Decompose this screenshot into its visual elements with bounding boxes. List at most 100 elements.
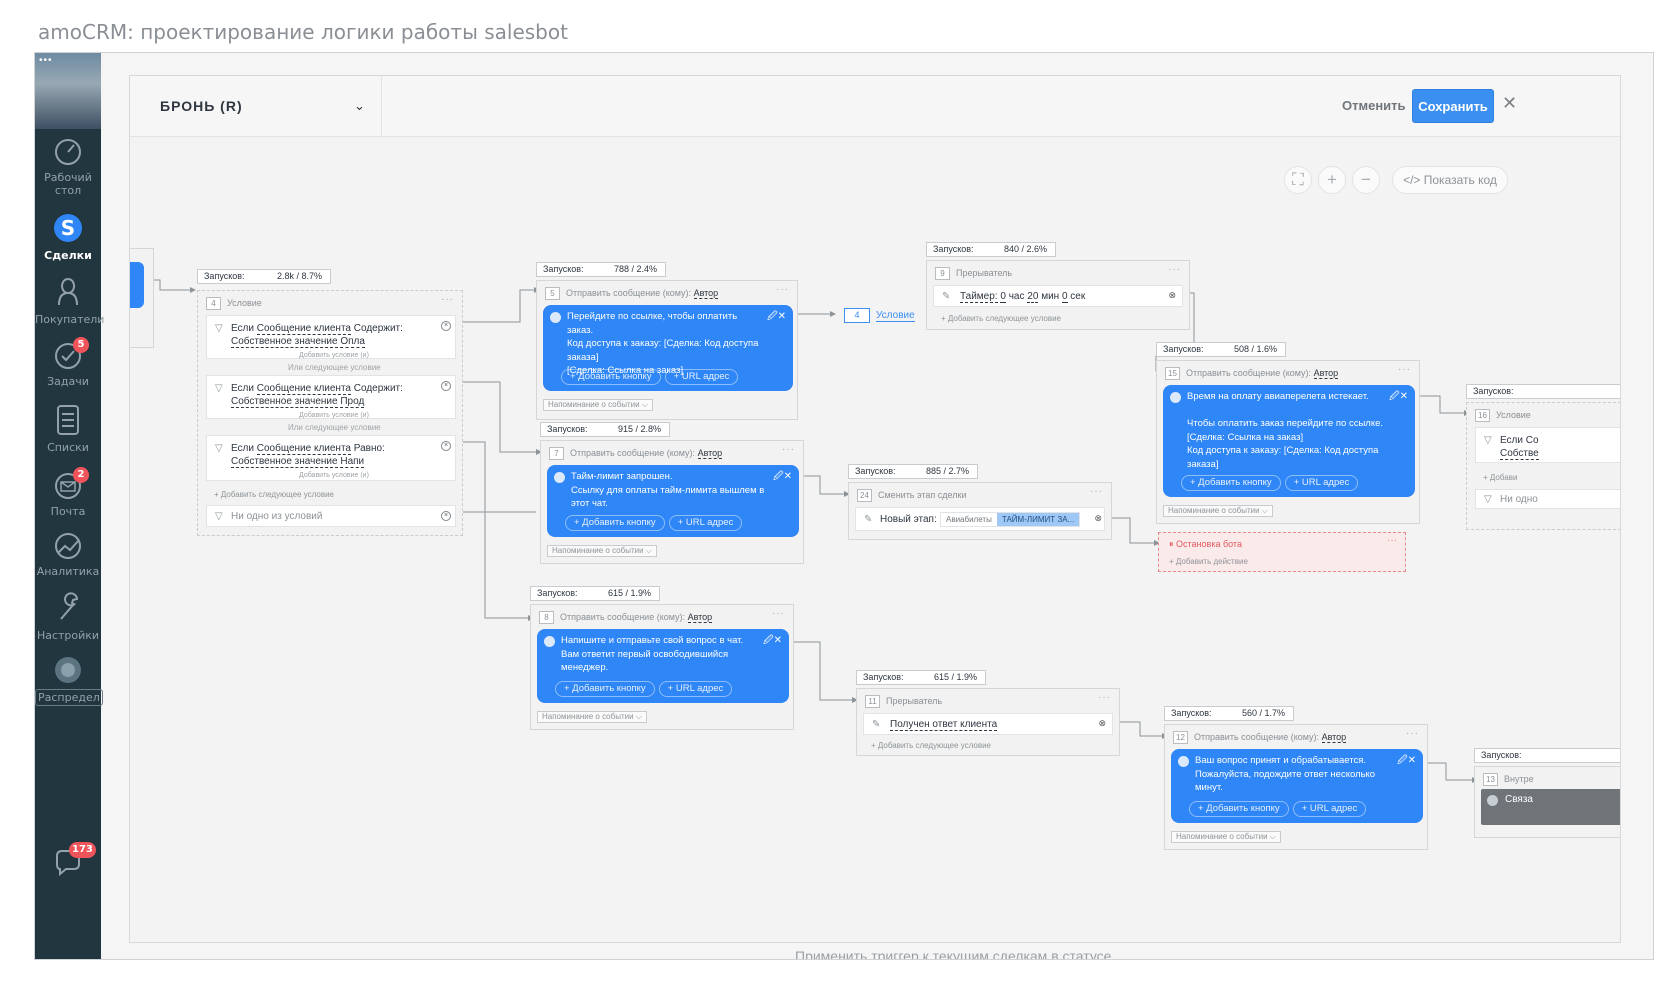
add-url-link[interactable]: + URL адрес [668,515,743,531]
node-header: 15 Отправить сообщение (кому): Автор [1165,367,1339,380]
message-bubble[interactable]: Напишите и отправьте свой вопрос в чат. … [537,629,789,703]
pencil-icon: ✎ [864,514,873,525]
condition-node-4[interactable]: 4 Условие ··· ▽ Если Сообщение клиента Со… [197,290,463,536]
sidebar-item-dashboard[interactable]: Рабочий стол [35,137,101,197]
condition-row[interactable]: ▽ Если Сообщение клиента Содержит: Собств… [206,315,456,359]
sidebar-item-distribution[interactable]: Распредел [35,655,103,706]
message-bubble[interactable]: Перейдите по ссылке, чтобы оплатить зака… [543,305,793,391]
add-condition-link[interactable]: + Добави [1483,473,1517,482]
node-menu-icon[interactable]: ··· [1406,728,1419,739]
breaker-node-9[interactable]: 9 Прерыватель ··· ✎ Таймер: 0 час 20 мин … [926,260,1190,330]
add-url-link[interactable]: + URL адрес [1292,801,1367,817]
remove-condition-icon[interactable]: ⊗ [1168,289,1176,302]
svg-text:S: S [61,216,75,240]
or-label: Или следующее условие [288,423,381,432]
mail-badge: 2 [73,467,89,483]
sidebar-item-analytics[interactable]: Аналитика [35,531,101,578]
sidebar-item-label: Рабочий [44,171,92,184]
sidebar-item-lists[interactable]: Списки [35,403,101,454]
sidebar-item-customers[interactable]: Покупатели [35,275,104,326]
attach-icon[interactable]: 🖉✕ [1389,390,1408,404]
send-message-node-8[interactable]: 8 Отправить сообщение (кому): Автор ··· Н… [530,604,794,730]
condition-row[interactable]: ▽ Если Сообщение клиента Равно: Собственн… [206,435,456,481]
condition-row[interactable]: ▽ Если Со Собстве [1475,427,1620,463]
node-menu-icon[interactable]: ··· [1387,535,1397,546]
send-message-node-7[interactable]: 7 Отправить сообщение (кому): Автор ··· Т… [540,440,804,564]
add-button-link[interactable]: + Добавить кнопку [561,369,661,385]
attach-icon[interactable]: 🖉✕ [763,634,782,648]
node-header: 16 Условие [1475,409,1531,422]
node-menu-icon[interactable]: ··· [441,294,454,305]
sidebar-item-settings[interactable]: Настройки [35,591,101,642]
node-menu-icon[interactable]: ··· [776,284,789,295]
no-condition-row[interactable]: ▽ Ни одно [1475,489,1620,509]
attach-icon[interactable]: 🖉✕ [767,310,786,324]
condition-row[interactable]: ▽ Если Сообщение клиента Содержит: Собств… [206,375,456,419]
node-menu-icon[interactable]: ··· [1168,264,1181,275]
add-url-link[interactable]: + URL адрес [658,681,733,697]
cancel-button[interactable]: Отменить [1342,98,1406,113]
node-header: 5 Отправить сообщение (кому): Автор [545,287,719,300]
add-condition-link[interactable]: + Добавить следующее условие [941,314,1061,323]
internal-node-13[interactable]: 13 Внутре Связа [1474,766,1620,838]
breaker-node-11[interactable]: 11 Прерыватель ··· ✎ Получен ответ клиент… [856,688,1120,756]
event-row[interactable]: ✎ Получен ответ клиента ⊗ [863,713,1113,735]
message-bubble[interactable]: Ваш вопрос принят и обрабатывается. Пожа… [1171,749,1423,823]
save-button[interactable]: Сохранить [1412,89,1494,123]
reminder-select[interactable]: Напоминание о событии ⌵ [543,399,653,411]
node-header: 8 Отправить сообщение (кому): Автор [539,611,713,624]
add-button-link[interactable]: + Добавить кнопку [565,515,665,531]
message-bubble[interactable]: Время на оплату авиаперелета истекает. Ч… [1163,385,1415,497]
add-url-link[interactable]: + URL адрес [664,369,739,385]
add-url-link[interactable]: + URL адрес [1284,475,1359,491]
trigger-select[interactable]: БРОНЬ (R) ⌄ [130,76,382,137]
sidebar-item-tasks[interactable]: 5 Задачи [35,337,101,388]
pause-icon: ⏸ [1169,539,1174,549]
add-action-link[interactable]: + Добавить действие [1169,557,1248,566]
remove-condition-icon[interactable]: ⊗ [1098,717,1106,730]
attach-icon[interactable]: 🖉✕ [1397,754,1416,768]
node-menu-icon[interactable]: ··· [1398,364,1411,375]
sidebar-item-label: Распредел [35,689,103,706]
node-menu-icon[interactable]: ··· [782,444,795,455]
node-menu-icon[interactable]: ··· [1090,486,1103,497]
sidebar-item-label: Настройки [36,629,100,642]
add-button-link[interactable]: + Добавить кнопку [555,681,655,697]
add-condition-link[interactable]: + Добавить следующее условие [871,741,991,750]
close-icon[interactable]: ✕ [1502,93,1517,114]
sidebar-item-deals[interactable]: S Сделки [35,211,101,262]
linked-action-block[interactable]: Связа [1481,789,1620,825]
send-message-node-5[interactable]: 5 Отправить сообщение (кому): Автор ··· П… [536,280,798,420]
remove-condition-icon[interactable]: × [441,511,451,521]
timer-row[interactable]: ✎ Таймер: 0 час 20 мин 0 сек ⊗ [933,285,1183,307]
message-text: Перейдите по ссылке, чтобы оплатить зака… [567,311,759,376]
add-button-link[interactable]: + Добавить кнопку [1189,801,1289,817]
goto-condition-link[interactable]: 4 Условие [844,308,915,323]
remove-condition-icon[interactable]: × [441,321,451,331]
attach-icon[interactable]: 🖉✕ [773,470,792,484]
remove-condition-icon[interactable]: × [441,381,451,391]
reminder-select[interactable]: Напоминание о событии ⌵ [547,545,657,557]
message-bubble[interactable]: Тайм-лимит запрошен. Ссылку для оплаты т… [547,465,799,537]
no-condition-row[interactable]: ▽ Ни одно из условий × [206,505,456,527]
stop-bot-node[interactable]: ⏸ Остановка бота ··· + Добавить действие [1158,532,1406,572]
reminder-select[interactable]: Напоминание о событии ⌵ [1163,505,1273,517]
flow-canvas[interactable]: Запусков: 2.8k / 8.7% 4 Условие ··· ▽ Если… [130,138,1620,942]
change-stage-node-24[interactable]: 24 Сменить этап сделки ··· ✎ Новый этап: … [848,482,1112,540]
remove-stage-icon[interactable]: ⊗ [1094,512,1102,525]
chat-button[interactable]: 173 [35,842,101,882]
send-message-node-15[interactable]: 15 Отправить сообщение (кому): Автор ··· … [1156,360,1420,524]
send-message-node-12[interactable]: 12 Отправить сообщение (кому): Автор ··· … [1164,724,1428,850]
distribution-icon [55,657,81,683]
reminder-select[interactable]: Напоминание о событии ⌵ [1171,831,1281,843]
reminder-select[interactable]: Напоминание о событии ⌵ [537,711,647,723]
add-condition-link[interactable]: + Добавить следующее условие [214,490,334,499]
account-avatar[interactable]: ••• [35,53,101,129]
node-menu-icon[interactable]: ··· [1098,692,1111,703]
add-button-link[interactable]: + Добавить кнопку [1181,475,1281,491]
node-menu-icon[interactable]: ··· [772,608,785,619]
sidebar-item-mail[interactable]: 2 Почта [35,467,101,518]
remove-condition-icon[interactable]: × [441,441,451,451]
condition-node-16[interactable]: 16 Условие ▽ Если Со Собстве + Добави ▽ Ни… [1466,402,1620,530]
stage-row[interactable]: ✎ Новый этап: Авиабилеты ТАЙМ-ЛИМИТ ЗА...… [855,507,1105,531]
